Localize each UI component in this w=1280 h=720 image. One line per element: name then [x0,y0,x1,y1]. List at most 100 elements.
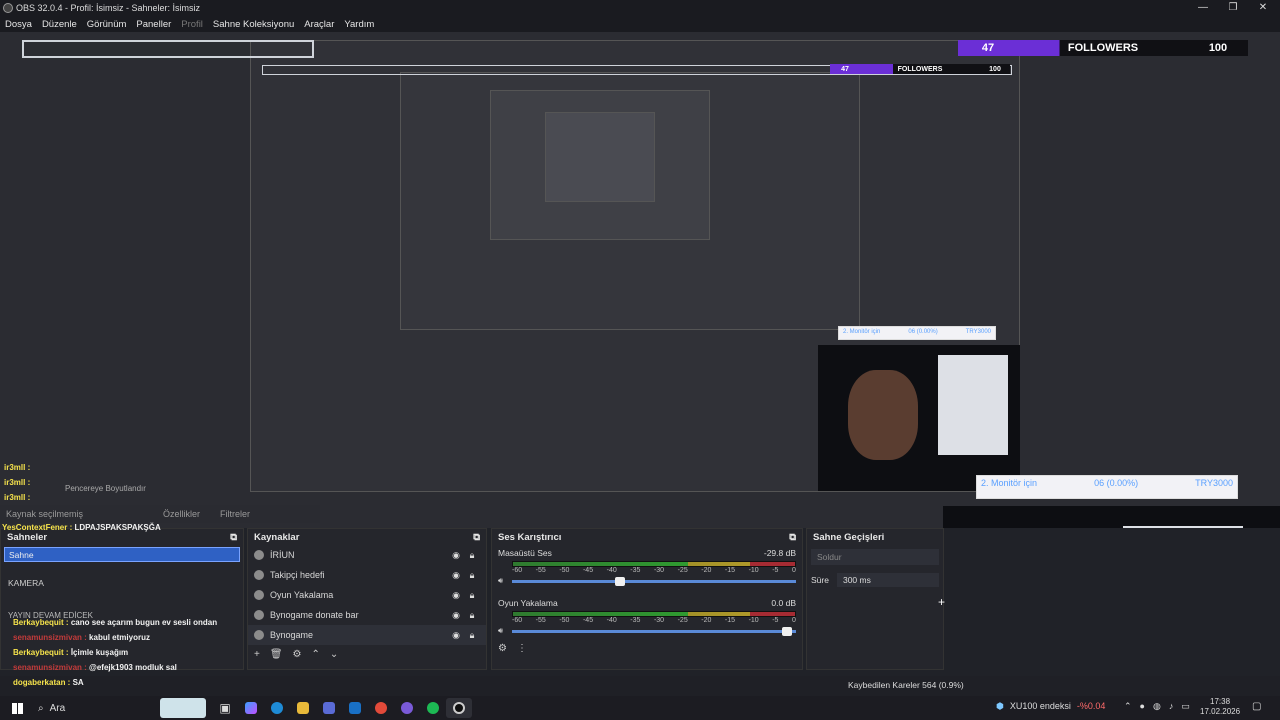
add-transition-button[interactable]: + [938,595,945,609]
menu-help[interactable]: Yardım [344,19,374,30]
mixer-dock-icon[interactable]: ⧉ [789,532,796,543]
dropped-frames: Kaybedilen Kareler 564 (0.9%) [848,680,964,690]
advanced-audio-icon[interactable]: ⚙ [498,643,507,654]
obs-logo-icon [3,3,13,13]
chat-line: senamunsizmivan : @efejk1903 modluk sal [13,663,177,672]
transitions-dock: Sahne Geçişleri Soldur Süre 300 ms [806,528,944,670]
source-row[interactable]: Bynogame donate bar ◉ 🔒︎ [248,605,486,625]
search-icon: ⌕ [38,702,44,714]
selection-outline[interactable] [22,40,314,58]
clock[interactable]: 17:38 17.02.2026 [1200,697,1240,717]
notification-icon[interactable]: ▢ [1252,701,1261,712]
source-settings-button[interactable]: ⚙ [293,649,302,660]
chrome-icon[interactable] [368,698,394,718]
mixer-menu-icon[interactable]: ⋮ [517,643,527,654]
maximize-button[interactable]: ❐ [1218,0,1248,16]
remove-source-button[interactable]: 🗑︎ [270,649,283,660]
move-down-button[interactable]: ⌄ [330,649,338,660]
scene-item[interactable]: KAMERA [4,576,240,590]
chat-line: Berkaybequit : cano see açarım bugun ev … [13,618,218,627]
mixer-channel: Masaüstü Ses -29.8 dB -60 -55 -50 -45 -40 -35-… [492,545,802,589]
volume-icon[interactable]: ♪ [1169,701,1174,712]
chart-icon: ⬢ [996,701,1004,711]
volume-slider[interactable] [512,626,796,636]
menu-view[interactable]: Görünüm [87,19,127,30]
sources-dock-icon[interactable]: ⧉ [473,532,480,543]
lock-icon[interactable]: 🔒︎ [464,570,480,581]
menu-edit[interactable]: Düzenle [42,19,77,30]
speaker-icon[interactable]: 🔊︎ [498,626,512,636]
menu-docks[interactable]: Paneller [136,19,171,30]
browser-icon [254,610,264,620]
lock-icon[interactable]: 🔒︎ [464,550,480,561]
stock-ticker[interactable]: ⬢ XU100 endeksi -%0.04 [996,701,1105,712]
eye-icon[interactable]: ◉ [448,590,464,601]
volume-slider-knob[interactable] [614,576,625,586]
title-bar: OBS 32.0.4 - Profil: İsimsiz - Sahneler:… [0,0,1280,16]
transitions-title: Sahne Geçişleri [813,531,885,543]
chevron-up-icon[interactable]: ⌃ [1124,701,1132,712]
preview-canvas[interactable]: 47 FOLLOWERS 100 47 FOLLOWERS 100 2. Mon… [0,32,1280,528]
nested-capture-4 [545,112,655,202]
properties-button[interactable]: Özellikler [163,509,200,519]
minimize-button[interactable]: — [1188,0,1218,16]
store-icon[interactable] [316,698,342,718]
fit-to-window-label[interactable]: Pencereye Boyutlandır [65,484,146,493]
audio-mixer-dock: Ses Karıştırıcı ⧉ Masaüstü Ses -29.8 dB -6… [491,528,803,670]
browser-icon [254,570,264,580]
duration-input[interactable]: 300 ms [836,573,939,587]
eye-icon[interactable]: ◉ [448,550,464,561]
lock-icon[interactable]: 🔒︎ [464,630,480,641]
search-box[interactable]: ⌕ Ara [30,703,160,714]
widgets-icon[interactable] [160,698,206,718]
menu-tools[interactable]: Araçlar [304,19,334,30]
close-button[interactable]: ✕ [1248,0,1278,16]
banner-title: 2. Monitör için [981,478,1038,488]
gamepad-icon [254,590,264,600]
scenes-dock-icon[interactable]: ⧉ [230,532,237,543]
chat-line: dogaberkatan : SA [13,678,84,687]
start-button[interactable] [4,698,30,718]
mic-icon[interactable]: ● [1140,701,1145,712]
chat-line: ir3mll : [4,478,31,487]
chat-line: ir3mll : [4,463,31,472]
add-source-button[interactable]: + [254,649,260,660]
edge-icon[interactable] [264,698,290,718]
eye-icon[interactable]: ◉ [448,630,464,641]
source-row[interactable]: İRİUN ◉ 🔒︎ [248,545,486,565]
filters-button[interactable]: Filtreler [220,509,250,519]
taskbar: ⌕ Ara ▣ ⬢ XU100 endeksi -%0.04 ⌃ ● ◍ ♪ ▭ … [0,696,1280,720]
source-row[interactable]: Takipçi hedefi ◉ 🔒︎ [248,565,486,585]
volume-slider-knob[interactable] [782,626,793,636]
chat-overlay-dock: Berkaybequit : cano see açarım bugun ev … [13,615,217,690]
tray: ⌃ ● ◍ ♪ ▭ [1124,701,1190,712]
scene-item-selected[interactable]: Sahne [4,547,240,562]
move-up-button[interactable]: ⌃ [312,649,320,660]
eye-icon[interactable]: ◉ [448,610,464,621]
obs-taskbar-icon[interactable] [446,698,472,718]
task-view-icon[interactable]: ▣ [212,698,238,718]
file-explorer-icon[interactable] [290,698,316,718]
network-icon[interactable]: ◍ [1153,701,1161,712]
menu-scene-collection[interactable]: Sahne Koleksiyonu [213,19,294,30]
channel-db: -29.8 dB [763,548,796,558]
followers-goal: 100 [1208,42,1228,54]
spotify-icon[interactable] [420,698,446,718]
outlook-icon[interactable] [342,698,368,718]
copilot-icon[interactable] [238,698,264,718]
lock-icon[interactable]: 🔒︎ [464,610,480,621]
followers-bar: 47 FOLLOWERS 100 [958,40,1248,56]
discord-icon[interactable] [394,698,420,718]
battery-icon[interactable]: ▭ [1181,701,1190,712]
monitor-donation-banner: 2. Monitör için 06 (0.00%) TRY3000 [976,475,1238,499]
eye-icon[interactable]: ◉ [448,570,464,581]
source-row[interactable]: Oyun Yakalama ◉ 🔒︎ [248,585,486,605]
banner-currency: TRY3000 [1195,478,1233,488]
lock-icon[interactable]: 🔒︎ [464,590,480,601]
volume-slider[interactable] [512,576,796,586]
source-row[interactable]: Bynogame ◉ 🔒︎ [248,625,486,645]
speaker-icon[interactable]: 🔊︎ [498,576,512,586]
transition-select[interactable]: Soldur [811,549,939,565]
menu-profile[interactable]: Profil [181,19,203,30]
menu-file[interactable]: Dosya [5,19,32,30]
